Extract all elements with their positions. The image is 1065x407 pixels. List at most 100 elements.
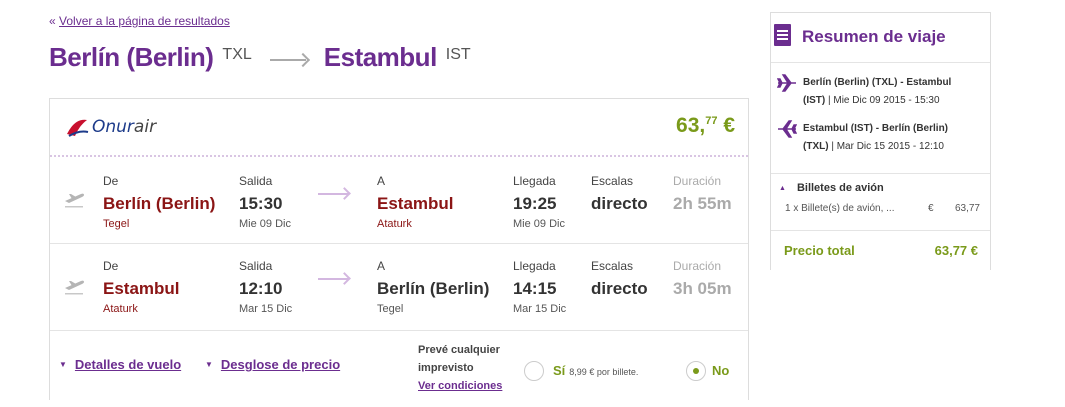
insurance-yes-option[interactable]: Sí 8,99 € por billete. (553, 363, 638, 378)
to-header: A (377, 259, 386, 273)
summary-title: Resumen de viaje (802, 27, 946, 46)
route-header: Berlín (Berlin) TXL Estambul IST (49, 42, 471, 73)
from-city: Berlín (Berlin) (103, 194, 216, 213)
flight-price: 63,77 € (676, 114, 735, 138)
plane-icon (778, 120, 797, 138)
flight-details-label: Detalles de vuelo (74, 357, 182, 372)
leg-to: A Estambul Ataturk (377, 174, 454, 230)
route-arrow-icon (269, 59, 306, 61)
back-arrow: « (49, 14, 56, 28)
card-footer: ▼ Detalles de vuelo ▼ Desglose de precio… (50, 331, 748, 401)
card-header: Onurair 63,77 € (50, 99, 748, 157)
notepad-icon (774, 24, 791, 46)
origin-code: TXL (222, 46, 252, 63)
airline-name-main: Onur (92, 117, 134, 137)
insurance-yes-radio[interactable] (524, 361, 544, 381)
from-header: De (103, 259, 119, 273)
summary-flight-return: Estambul (IST) - Berlín (Berlin) (TXL) |… (777, 120, 987, 156)
price-whole: 63, (676, 114, 706, 137)
from-header: De (103, 174, 119, 188)
insurance-yes-label: Sí (553, 363, 566, 378)
leg-arrow-icon (318, 278, 348, 280)
leg-stops: Escalas directo (591, 259, 648, 299)
caret-down-icon: ▼ (205, 360, 213, 369)
summary-route: Berlín (Berlin) (TXL) - Estambul (803, 77, 952, 88)
back-link-label: Volver a la página de resultados (59, 14, 230, 28)
summary-route-code: (TXL) (803, 141, 829, 152)
leg-from: De Estambul Ataturk (103, 259, 180, 315)
insurance-text: Prevé cualquier imprevisto Ver condicion… (418, 341, 518, 395)
arrival-time: 19:25 (513, 194, 557, 213)
arrival-header: Llegada (513, 174, 556, 188)
departure-header: Salida (239, 259, 273, 273)
duration-header: Duración (673, 259, 722, 273)
leg-arrival: Llegada 14:15 Mar 15 Dic (513, 259, 566, 315)
airline-logo: Onurair (65, 116, 156, 138)
view-conditions-link[interactable]: Ver condiciones (418, 377, 518, 395)
summary-header: Resumen de viaje (771, 13, 990, 62)
flight-details-link[interactable]: ▼ Detalles de vuelo (59, 357, 181, 372)
summary-flight-text: Estambul (IST) - Berlín (Berlin) (TXL) |… (803, 123, 949, 152)
back-to-results-link[interactable]: « Volver a la página de resultados (49, 14, 230, 28)
arrival-time: 14:15 (513, 279, 557, 298)
plane-icon (777, 74, 796, 92)
ticket-currency: € (928, 203, 934, 214)
insurance-no-radio[interactable] (686, 361, 706, 381)
insurance-yes-note: 8,99 € por billete. (569, 367, 639, 377)
total-value: 63,77 € (934, 243, 978, 258)
total-price-row: Precio total 63,77 € (771, 230, 990, 270)
leg-arrival: Llegada 19:25 Mie 09 Dic (513, 174, 565, 230)
flight-leg-outbound: De Berlín (Berlin) Tegel Salida 15:30 Mi… (50, 157, 748, 244)
stops-value: directo (591, 279, 648, 298)
insurance-no-label: No (712, 363, 730, 378)
airline-name: Onurair (92, 117, 156, 137)
stops-header: Escalas (591, 174, 634, 188)
leg-departure: Salida 15:30 Mie 09 Dic (239, 174, 291, 230)
departure-time: 15:30 (239, 194, 283, 213)
leg-departure: Salida 12:10 Mar 15 Dic (239, 259, 292, 315)
insurance-line-1: Prevé cualquier (418, 344, 500, 356)
to-airport: Tegel (377, 303, 404, 315)
destination-code: IST (445, 46, 471, 63)
departure-time: 12:10 (239, 279, 283, 298)
departure-date: Mie 09 Dic (239, 218, 291, 230)
leg-stops: Escalas directo (591, 174, 648, 214)
stops-header: Escalas (591, 259, 634, 273)
summary-route-code: (IST) (803, 95, 826, 106)
price-breakdown-link[interactable]: ▼ Desglose de precio (205, 357, 340, 372)
from-city: Estambul (103, 279, 180, 298)
price-cents: 77 (705, 115, 718, 127)
summary-flight-text: Berlín (Berlin) (TXL) - Estambul (IST) |… (803, 77, 952, 106)
caret-up-icon: ▲ (779, 184, 786, 192)
flight-result-card: Onurair 63,77 € De Berlín (Berlin) Tegel… (49, 98, 749, 400)
ticket-description: 1 x Billete(s) de avión, ... (785, 203, 895, 214)
caret-down-icon: ▼ (59, 360, 67, 369)
to-header: A (377, 174, 386, 188)
from-airport: Tegel (103, 218, 130, 230)
leg-duration: Duración 3h 05m (673, 259, 732, 299)
summary-flight-outbound: Berlín (Berlin) (TXL) - Estambul (IST) |… (777, 74, 987, 110)
trip-summary-panel: Resumen de viaje Berlín (Berlin) (TXL) -… (770, 12, 991, 270)
tickets-toggle[interactable]: ▲ Billetes de avión (779, 182, 884, 194)
leg-duration: Duración 2h 55m (673, 174, 732, 214)
price-breakdown-label: Desglose de precio (220, 357, 341, 372)
airline-name-suffix: air (133, 117, 157, 137)
total-label: Precio total (784, 243, 855, 258)
arrival-date: Mie 09 Dic (513, 218, 565, 230)
ticket-amount: 63,77 (954, 203, 980, 214)
duration-value: 2h 55m (673, 194, 732, 213)
flight-leg-return: De Estambul Ataturk Salida 12:10 Mar 15 … (50, 244, 748, 331)
leg-to: A Berlín (Berlin) Tegel (377, 259, 489, 315)
from-airport: Ataturk (103, 303, 138, 315)
to-city: Berlín (Berlin) (377, 279, 490, 298)
ticket-line: 1 x Billete(s) de avión, ... € 63,77 (785, 203, 980, 214)
insurance-line-2: imprevisto (418, 362, 474, 374)
airline-tail-icon (67, 119, 89, 137)
departure-plane-icon (65, 193, 84, 208)
duration-header: Duración (673, 174, 722, 188)
insurance-no-option[interactable]: No (712, 363, 729, 378)
destination-city: Estambul (323, 42, 438, 72)
summary-route: Estambul (IST) - Berlín (Berlin) (803, 123, 949, 134)
leg-from: De Berlín (Berlin) Tegel (103, 174, 215, 230)
departure-plane-icon (65, 280, 84, 295)
